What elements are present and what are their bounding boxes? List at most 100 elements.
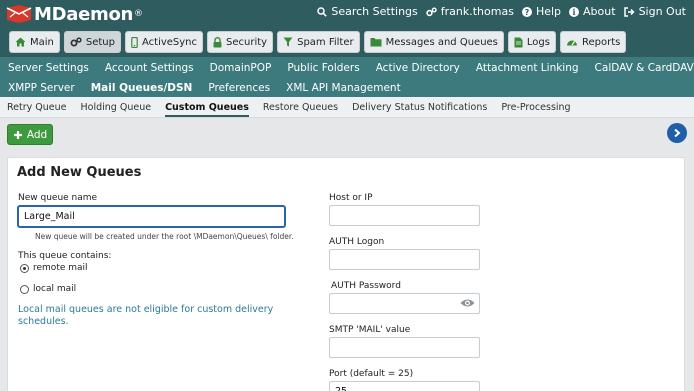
filter-icon <box>283 37 293 47</box>
search-settings-label: Search Settings <box>331 5 418 18</box>
top-links: Search Settings frank.thomas ? Help i Ab… <box>317 5 686 18</box>
username-label: frank.thomas <box>440 5 514 18</box>
nav-setup-button[interactable]: Setup <box>63 31 121 53</box>
nav-spam-filter-button[interactable]: Spam Filter <box>277 31 360 53</box>
add-queue-panel: Add New Queues New queue name Large_Mail… <box>7 157 685 391</box>
svg-text:?: ? <box>525 8 530 17</box>
subnav-preferences[interactable]: Preferences <box>200 82 278 94</box>
tab-delivery-status-notifications[interactable]: Delivery Status Notifications <box>345 97 494 118</box>
mdaemon-logo[interactable]: MDaemon ® <box>6 3 143 25</box>
action-bar: Add <box>0 118 694 150</box>
queue-location-hint: New queue will be created under the root… <box>35 232 294 241</box>
queue-name-label: New queue name <box>18 193 98 203</box>
subnav-xml-api-management[interactable]: XML API Management <box>278 82 409 94</box>
auth-password-input[interactable] <box>329 293 480 314</box>
tab-retry-queue-label: Retry Queue <box>7 101 67 113</box>
tab-delivery-status-notifications-label: Delivery Status Notifications <box>352 101 488 113</box>
smtp-mail-input[interactable] <box>329 337 480 358</box>
remote-mail-radio-dot <box>20 263 29 273</box>
user-settings-link[interactable]: frank.thomas <box>426 5 514 18</box>
nav-reports-button[interactable]: Reports <box>559 31 627 53</box>
help-label: Help <box>535 5 562 18</box>
tab-restore-queues[interactable]: Restore Queues <box>256 97 345 118</box>
nav-security-button[interactable]: Security <box>207 31 274 53</box>
subnav-xmpp-server[interactable]: XMPP Server <box>0 82 83 94</box>
port-input[interactable]: 25 <box>329 381 480 391</box>
subnav-row-1: Server Settings Account Settings DomainP… <box>0 58 694 78</box>
add-button[interactable]: Add <box>7 124 53 145</box>
panel-title: Add New Queues <box>17 165 142 180</box>
dashboard-icon <box>566 40 577 46</box>
search-icon <box>317 6 328 17</box>
subnav-account-settings[interactable]: Account Settings <box>97 62 202 74</box>
nav-spam-filter-label: Spam Filter <box>297 36 354 48</box>
smtp-mail-label: SMTP 'MAIL' value <box>329 325 411 335</box>
nav-logs-button[interactable]: Logs <box>507 31 556 53</box>
auth-logon-input[interactable] <box>329 249 480 270</box>
local-mail-label: local mail <box>33 284 77 294</box>
chevron-right-icon <box>674 128 681 138</box>
queue-name-input[interactable]: Large_Mail <box>17 205 286 228</box>
remote-mail-radio[interactable]: remote mail <box>20 263 88 273</box>
home-icon <box>15 37 26 47</box>
brand-name: MDaemon <box>34 3 134 25</box>
tab-custom-queues-label: Custom Queues <box>165 101 249 117</box>
subnav-mail-queues-dsn[interactable]: Mail Queues/DSN <box>83 82 201 94</box>
nav-messages-queues-label: Messages and Queues <box>385 36 498 48</box>
queue-contains-label: This queue contains: <box>18 251 112 261</box>
nav-security-label: Security <box>226 36 268 48</box>
lock-icon <box>213 36 222 47</box>
tab-holding-queue[interactable]: Holding Queue <box>74 97 159 118</box>
local-mail-radio-dot <box>20 284 29 294</box>
nav-reports-label: Reports <box>581 36 621 48</box>
host-input[interactable] <box>329 205 480 226</box>
nav-main-label: Main <box>30 36 54 48</box>
top-header: MDaemon ® Search Settings frank.thomas ? … <box>0 0 694 57</box>
nav-main-button[interactable]: Main <box>9 31 60 53</box>
tab-retry-queue[interactable]: Retry Queue <box>0 97 74 118</box>
auth-password-label: AUTH Password <box>331 281 401 291</box>
registered-mark: ® <box>134 9 144 19</box>
eye-icon[interactable] <box>460 297 475 309</box>
queue-tabs: Retry Queue Holding Queue Custom Queues … <box>0 97 694 118</box>
question-icon: ? <box>521 6 532 17</box>
mobile-icon <box>131 36 138 48</box>
local-queue-note: Local mail queues are not eligible for c… <box>18 304 274 327</box>
local-mail-radio[interactable]: local mail <box>20 284 76 294</box>
add-button-label: Add <box>26 128 48 141</box>
tab-pre-processing[interactable]: Pre-Processing <box>494 97 577 118</box>
nav-activesync-label: ActiveSync <box>141 36 198 48</box>
subnav-active-directory[interactable]: Active Directory <box>368 62 468 74</box>
folder-icon <box>370 38 382 47</box>
info-icon: i <box>569 6 580 17</box>
help-link[interactable]: ? Help <box>521 5 562 18</box>
remote-mail-label: remote mail <box>33 263 88 273</box>
plus-icon <box>13 130 22 139</box>
gear-icon <box>426 7 437 16</box>
tab-restore-queues-label: Restore Queues <box>262 101 339 113</box>
nav-activesync-button[interactable]: ActiveSync <box>124 31 204 53</box>
tab-custom-queues[interactable]: Custom Queues <box>158 97 256 118</box>
tab-pre-processing-label: Pre-Processing <box>501 101 571 113</box>
search-settings-link[interactable]: Search Settings <box>317 5 418 18</box>
subnav-server-settings[interactable]: Server Settings <box>0 62 97 74</box>
about-link[interactable]: i About <box>569 5 616 18</box>
setup-subnav: Server Settings Account Settings DomainP… <box>0 57 694 97</box>
subnav-domainpop[interactable]: DomainPOP <box>202 62 280 74</box>
subnav-caldav-carddav[interactable]: CalDAV & CardDAV <box>587 62 694 74</box>
subnav-attachment-linking[interactable]: Attachment Linking <box>468 62 587 74</box>
file-icon <box>514 37 523 47</box>
next-arrow-button[interactable] <box>667 123 687 143</box>
cogs-icon <box>70 37 82 47</box>
port-label: Port (default = 25) <box>329 369 414 379</box>
nav-logs-label: Logs <box>526 36 550 48</box>
sign-out-label: Sign Out <box>638 5 686 18</box>
auth-logon-label: AUTH Logon <box>329 237 385 247</box>
about-label: About <box>583 5 616 18</box>
host-label: Host or IP <box>329 193 373 203</box>
sign-out-link[interactable]: Sign Out <box>623 5 686 18</box>
subnav-public-folders[interactable]: Public Folders <box>279 62 367 74</box>
nav-messages-queues-button[interactable]: Messages and Queues <box>363 31 504 53</box>
subnav-row-2: XMPP Server Mail Queues/DSN Preferences … <box>0 78 409 98</box>
sign-out-icon <box>623 6 635 17</box>
